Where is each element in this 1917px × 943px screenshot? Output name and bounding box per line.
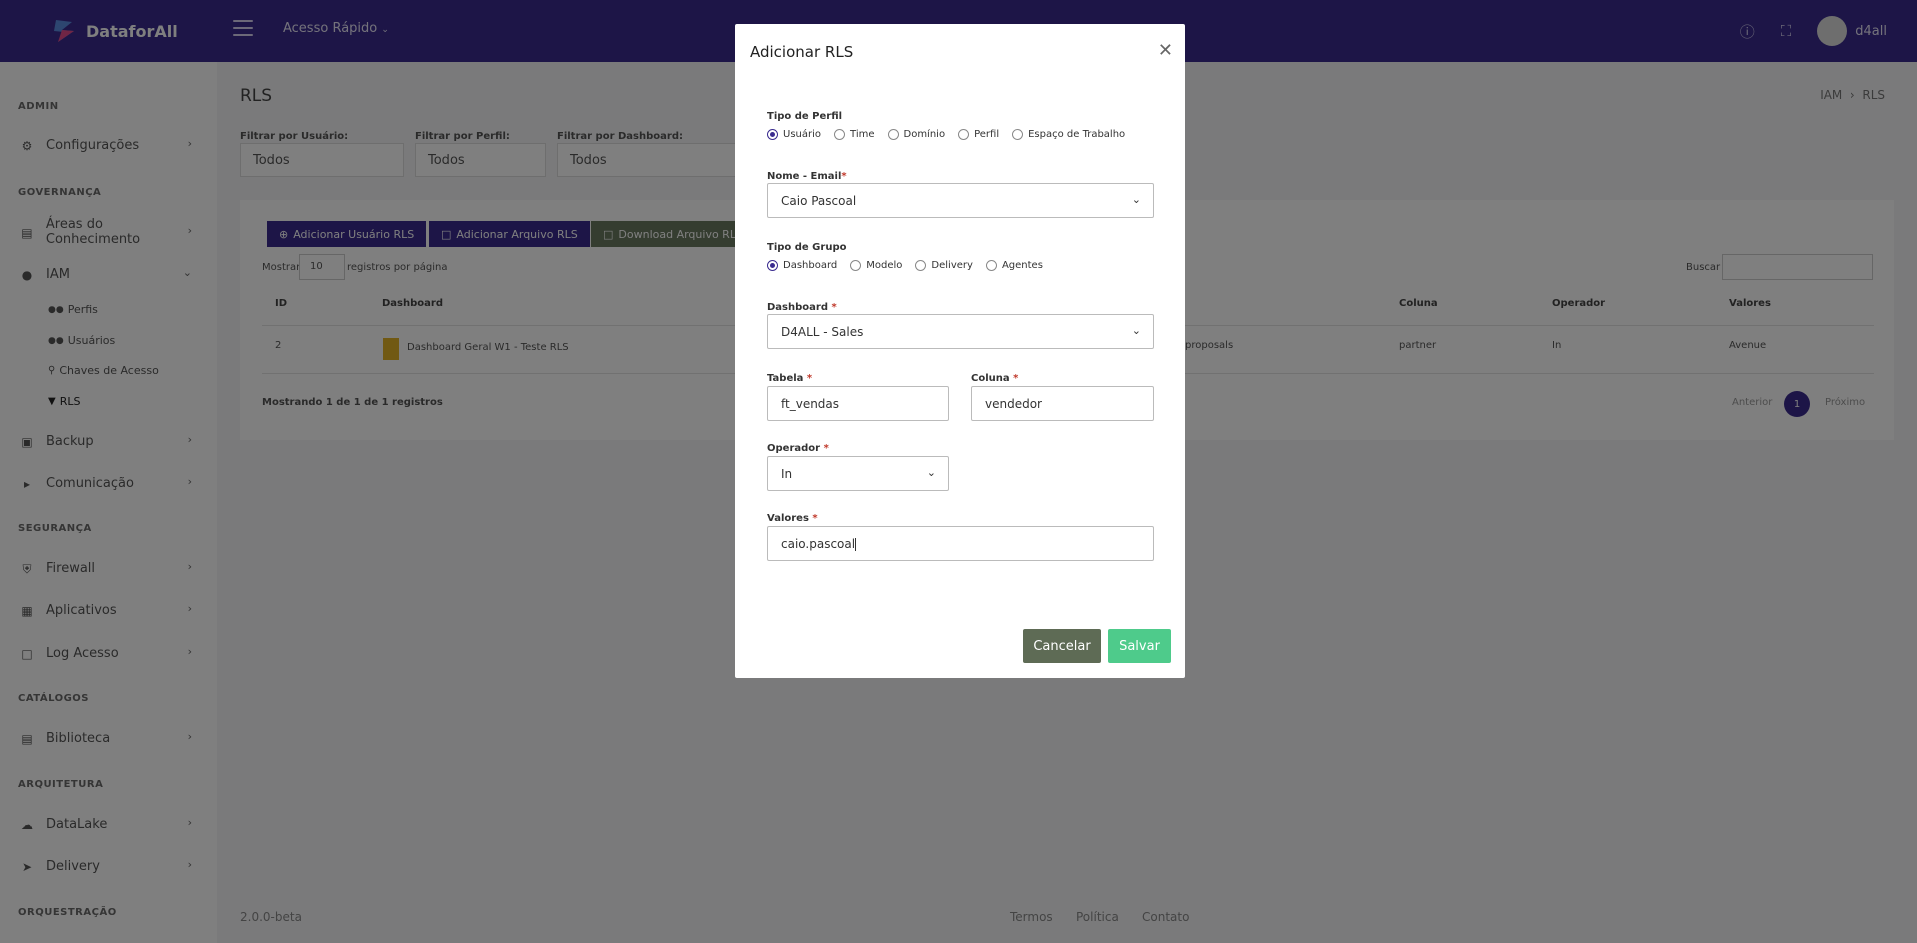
tabela-input[interactable]: ft_vendas bbox=[767, 386, 949, 421]
radio-checked-icon bbox=[767, 129, 778, 140]
required-marker: * bbox=[831, 302, 837, 313]
radio-modelo[interactable]: Modelo bbox=[850, 260, 902, 271]
required-marker: * bbox=[806, 373, 813, 384]
radio-unchecked-icon bbox=[850, 260, 862, 271]
field-label-text: Tabela bbox=[767, 373, 804, 384]
tipo-grupo-radio-group: Dashboard Modelo Delivery Agentes bbox=[767, 260, 1056, 271]
dashboard-select[interactable]: D4ALL - Sales ⌄ bbox=[767, 314, 1154, 349]
chevron-down-icon: ⌄ bbox=[926, 466, 936, 479]
field-label-text: Nome - Email bbox=[767, 171, 842, 182]
radio-checked-icon bbox=[767, 260, 778, 271]
field-label-text: Dashboard bbox=[767, 302, 828, 313]
tabela-label: Tabela * bbox=[767, 373, 812, 384]
required-marker: * bbox=[823, 443, 829, 454]
valores-label: Valores * bbox=[767, 513, 818, 524]
input-value: caio.pascoal bbox=[781, 537, 856, 551]
radio-perfil[interactable]: Perfil bbox=[958, 129, 999, 140]
radio-time[interactable]: Time bbox=[834, 129, 875, 140]
radio-unchecked-icon bbox=[887, 129, 899, 140]
radio-unchecked-icon bbox=[915, 260, 927, 271]
close-icon[interactable]: ✕ bbox=[1158, 40, 1173, 61]
radio-label: Time bbox=[850, 129, 875, 140]
tipo-perfil-label: Tipo de Perfil bbox=[767, 111, 843, 122]
radio-label: Delivery bbox=[931, 260, 973, 271]
operador-select[interactable]: In ⌄ bbox=[767, 456, 949, 491]
select-value: Caio Pascoal bbox=[781, 194, 857, 208]
tipo-perfil-radio-group: Usuário Time Domínio Perfil Espaço de Tr… bbox=[767, 129, 1138, 140]
chevron-down-icon: ⌄ bbox=[1131, 324, 1141, 337]
tipo-grupo-label: Tipo de Grupo bbox=[767, 242, 847, 253]
radio-label: Modelo bbox=[866, 260, 903, 271]
nome-email-select[interactable]: Caio Pascoal ⌄ bbox=[767, 183, 1154, 218]
field-label-text: Operador bbox=[767, 443, 821, 454]
required-marker: * bbox=[841, 171, 847, 182]
operador-label: Operador * bbox=[767, 443, 829, 454]
radio-label: Agentes bbox=[1001, 260, 1043, 271]
cancel-button[interactable]: Cancelar bbox=[1023, 629, 1101, 663]
radio-label: Domínio bbox=[903, 129, 946, 140]
radio-unchecked-icon bbox=[834, 129, 846, 140]
modal-title: Adicionar RLS bbox=[750, 43, 854, 61]
radio-espaco-trabalho[interactable]: Espaço de Trabalho bbox=[1012, 129, 1125, 140]
select-value: In bbox=[781, 467, 793, 481]
radio-unchecked-icon bbox=[1012, 129, 1024, 140]
radio-label: Dashboard bbox=[783, 260, 838, 271]
radio-label: Espaço de Trabalho bbox=[1028, 129, 1126, 140]
required-marker: * bbox=[1013, 373, 1019, 384]
add-rls-modal: Adicionar RLS ✕ Tipo de Perfil Usuário T… bbox=[735, 24, 1185, 678]
radio-unchecked-icon bbox=[985, 260, 997, 271]
radio-dominio[interactable]: Domínio bbox=[887, 129, 946, 140]
radio-usuario[interactable]: Usuário bbox=[767, 129, 821, 140]
field-label-text: Coluna bbox=[971, 373, 1010, 384]
radio-agentes[interactable]: Agentes bbox=[985, 260, 1043, 271]
radio-dashboard[interactable]: Dashboard bbox=[767, 260, 837, 271]
coluna-label: Coluna * bbox=[971, 373, 1018, 384]
radio-delivery[interactable]: Delivery bbox=[915, 260, 973, 271]
chevron-down-icon: ⌄ bbox=[1131, 193, 1141, 206]
required-marker: * bbox=[812, 513, 818, 524]
valores-input[interactable]: caio.pascoal bbox=[767, 526, 1154, 561]
dashboard-label: Dashboard * bbox=[767, 302, 837, 313]
field-label-text: Valores bbox=[767, 513, 809, 524]
radio-unchecked-icon bbox=[958, 129, 970, 140]
nome-email-label: Nome - Email* bbox=[767, 171, 847, 182]
select-value: D4ALL - Sales bbox=[781, 325, 864, 339]
radio-label: Perfil bbox=[974, 129, 1000, 140]
coluna-input[interactable]: vendedor bbox=[971, 386, 1154, 421]
radio-label: Usuário bbox=[783, 129, 822, 140]
text-cursor bbox=[855, 538, 857, 551]
save-button[interactable]: Salvar bbox=[1108, 629, 1171, 663]
